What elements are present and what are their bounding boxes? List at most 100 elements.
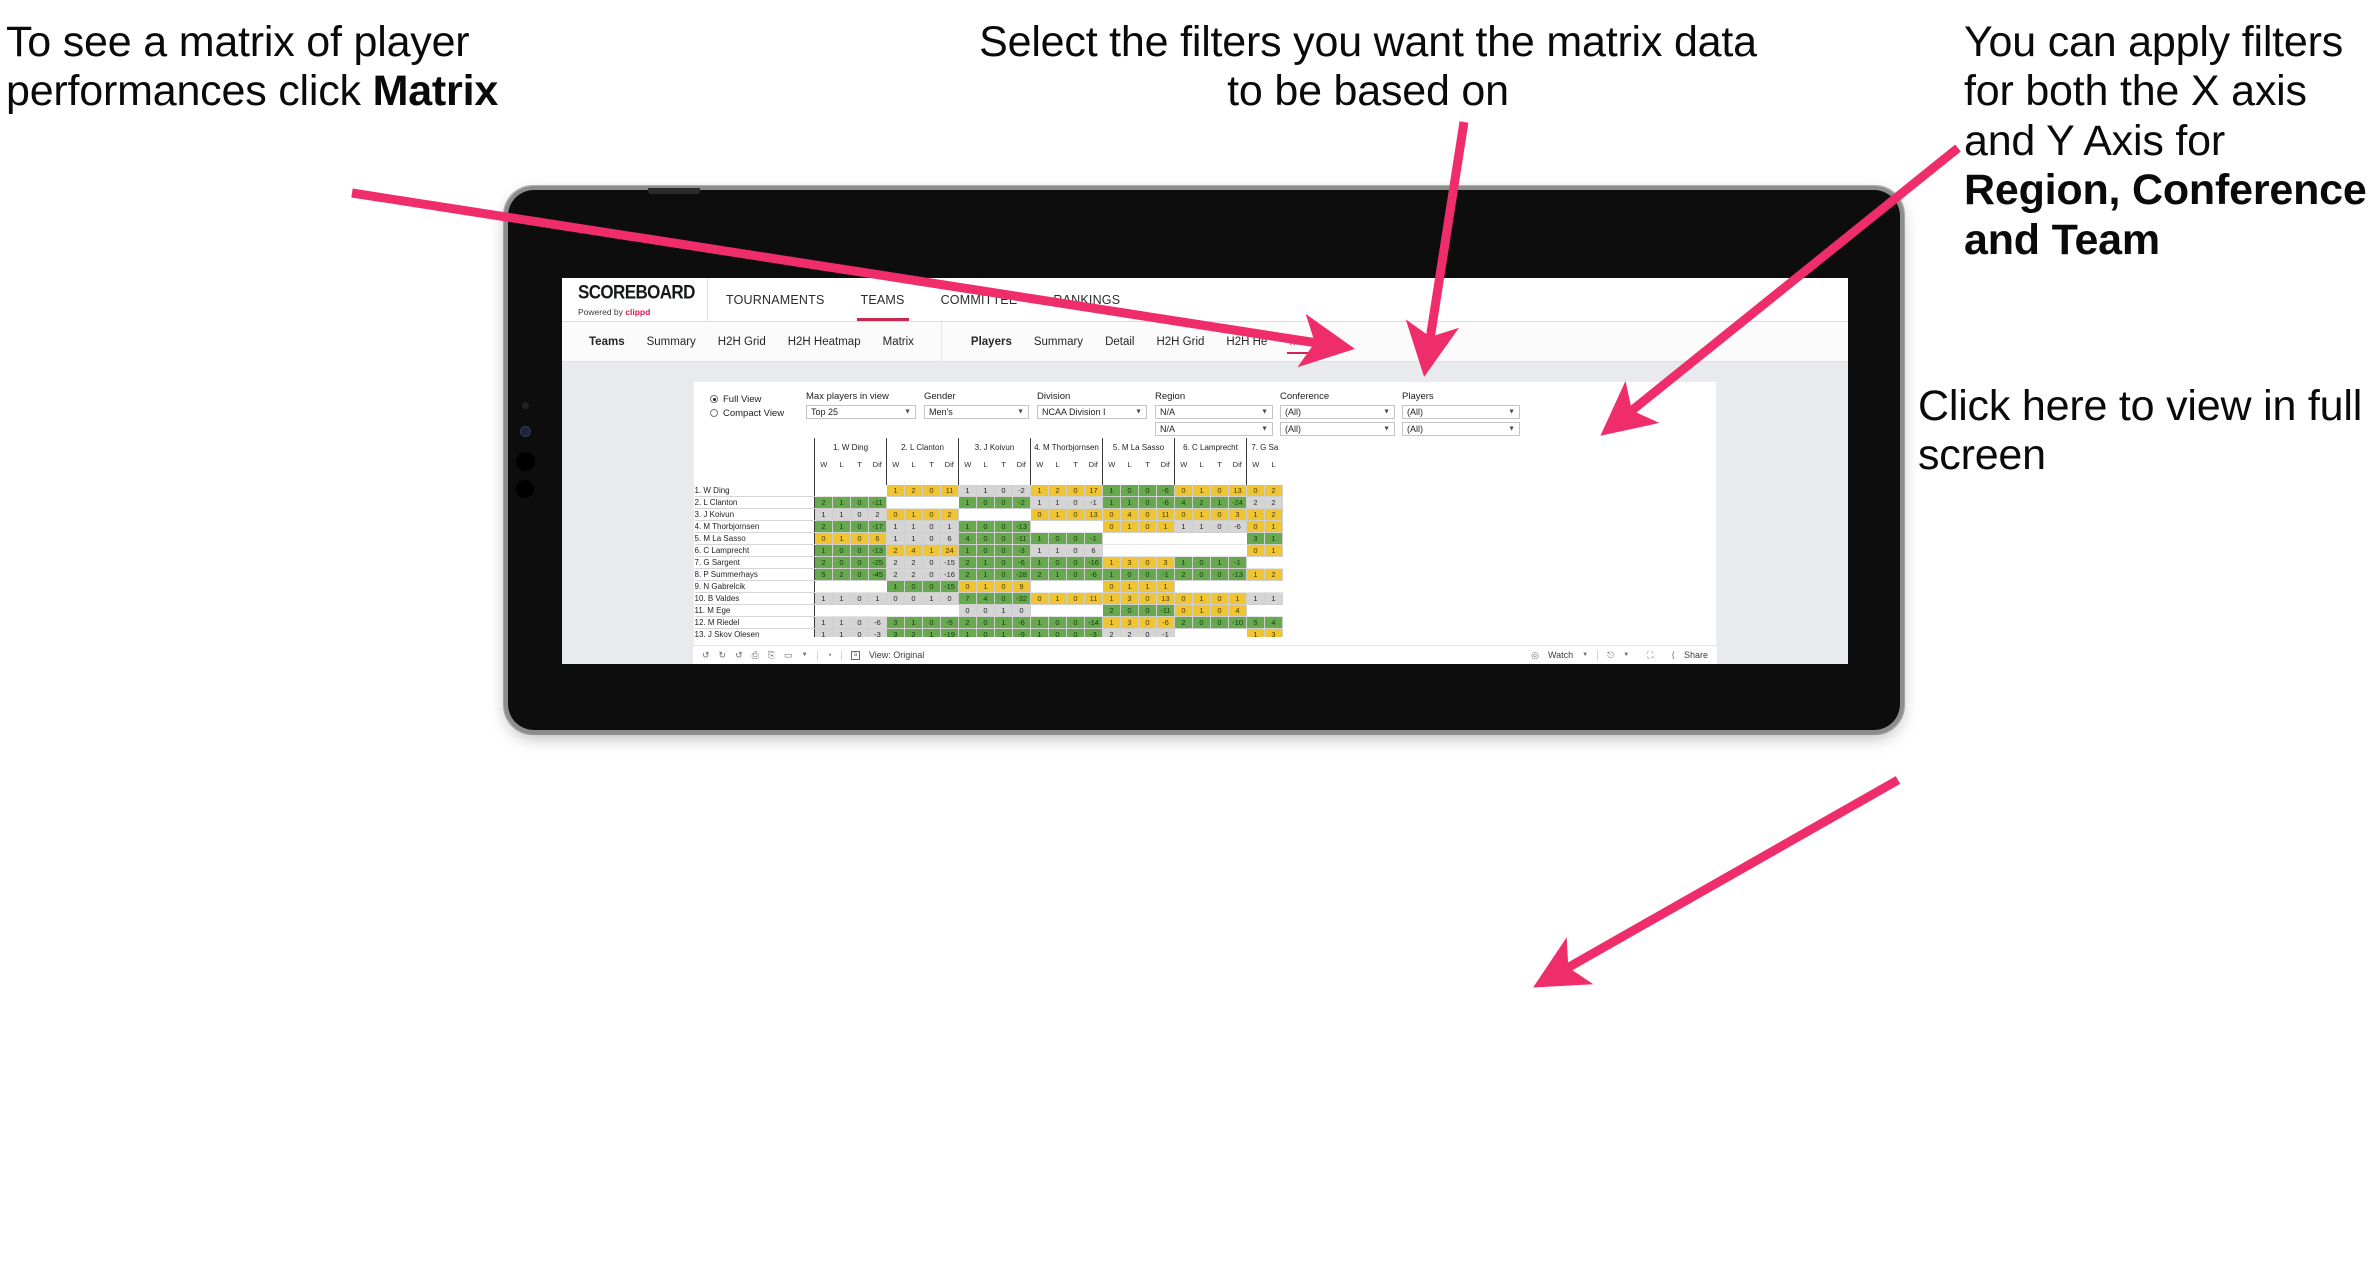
matrix-data-cell[interactable] [850, 485, 869, 497]
toolbar-fullscreen-group[interactable]: ⛶ [1638, 650, 1662, 661]
matrix-data-cell[interactable] [1048, 580, 1067, 593]
matrix-data-cell[interactable]: 0 [1210, 508, 1229, 521]
matrix-data-cell[interactable] [868, 580, 887, 593]
matrix-data-cell[interactable]: 1 [1264, 592, 1283, 605]
matrix-data-cell[interactable]: 1 [1174, 556, 1193, 569]
fullscreen-icon[interactable]: ⛶ [1647, 650, 1653, 661]
matrix-data-cell[interactable]: 0 [1066, 556, 1085, 569]
matrix-data-cell[interactable]: 0 [994, 580, 1013, 593]
matrix-data-cell[interactable]: 2 [1120, 628, 1139, 637]
matrix-data-cell[interactable]: 2 [1264, 485, 1283, 497]
matrix-data-cell[interactable]: 2 [958, 568, 977, 581]
matrix-data-cell[interactable]: 1 [832, 592, 851, 605]
matrix-data-cell[interactable] [1084, 580, 1103, 593]
matrix-data-cell[interactable]: 0 [1138, 485, 1157, 497]
matrix-data-cell[interactable]: -6 [1156, 485, 1175, 497]
chevron-down-icon[interactable]: ▼ [802, 652, 808, 658]
matrix-data-cell[interactable]: 1 [958, 628, 977, 637]
matrix-data-cell[interactable] [1228, 580, 1247, 593]
matrix-data-cell[interactable]: 3 [1264, 628, 1283, 637]
matrix-data-cell[interactable]: 1 [886, 485, 905, 497]
matrix-data-cell[interactable]: -11 [868, 496, 887, 509]
matrix-data-cell[interactable]: 1 [1246, 592, 1265, 605]
matrix-data-cell[interactable]: -6 [868, 616, 887, 629]
matrix-data-cell[interactable]: 5 [1246, 616, 1265, 629]
matrix-data-cell[interactable]: 2 [1102, 604, 1121, 617]
matrix-data-cell[interactable]: -1 [1156, 628, 1175, 637]
matrix-data-cell[interactable]: 0 [850, 628, 869, 637]
matrix-data-cell[interactable]: 0 [1066, 544, 1085, 557]
matrix-data-cell[interactable]: 1 [1030, 556, 1049, 569]
filter-players-select-y[interactable]: (All) ▼ [1402, 422, 1520, 436]
matrix-data-cell[interactable]: 1 [832, 616, 851, 629]
matrix-data-cell[interactable]: -32 [1012, 592, 1031, 605]
filter-gender-select[interactable]: Men's ▼ [924, 405, 1029, 419]
matrix-data-cell[interactable]: 3 [886, 616, 905, 629]
matrix-data-cell[interactable] [1264, 604, 1283, 617]
matrix-data-cell[interactable] [1228, 544, 1247, 557]
matrix-data-cell[interactable] [1192, 628, 1211, 637]
matrix-data-cell[interactable]: 17 [1084, 485, 1103, 497]
matrix-data-cell[interactable] [1192, 532, 1211, 545]
matrix-data-cell[interactable] [850, 580, 869, 593]
matrix-data-cell[interactable] [1174, 532, 1193, 545]
matrix-data-cell[interactable] [1156, 544, 1175, 557]
matrix-data-cell[interactable]: 0 [850, 568, 869, 581]
matrix-data-cell[interactable]: 0 [1138, 604, 1157, 617]
radio-compact-view[interactable]: Compact View [710, 406, 792, 420]
filter-players-select-x[interactable]: (All) ▼ [1402, 405, 1520, 419]
matrix-data-cell[interactable]: 2 [1174, 568, 1193, 581]
matrix-data-cell[interactable]: 1 [1030, 532, 1049, 545]
matrix-data-cell[interactable] [1120, 532, 1139, 545]
matrix-data-cell[interactable]: 0 [922, 580, 941, 593]
matrix-data-cell[interactable]: 2 [886, 568, 905, 581]
matrix-data-cell[interactable]: 0 [1210, 616, 1229, 629]
matrix-data-cell[interactable]: 0 [1048, 556, 1067, 569]
matrix-data-cell[interactable]: 1 [1246, 508, 1265, 521]
matrix-data-cell[interactable]: 0 [850, 544, 869, 557]
matrix-data-cell[interactable] [940, 496, 959, 509]
matrix-data-cell[interactable]: 1 [1264, 532, 1283, 545]
matrix-data-cell[interactable]: -10 [1228, 616, 1247, 629]
matrix-data-cell[interactable]: 1 [1102, 592, 1121, 605]
radio-full-view[interactable]: Full View [710, 392, 792, 406]
subnav-players-detail[interactable]: Detail [1094, 322, 1145, 361]
matrix-data-cell[interactable]: -6 [1228, 520, 1247, 533]
matrix-data-cell[interactable]: 1 [832, 508, 851, 521]
matrix-data-cell[interactable]: 0 [1192, 556, 1211, 569]
matrix-data-cell[interactable]: 0 [886, 592, 905, 605]
matrix-data-cell[interactable] [1084, 520, 1103, 533]
matrix-data-cell[interactable]: 1 [1048, 592, 1067, 605]
filter-division-select[interactable]: NCAA Division I ▼ [1037, 405, 1147, 419]
matrix-data-cell[interactable] [1174, 580, 1193, 593]
matrix-data-cell[interactable]: 0 [976, 496, 995, 509]
matrix-data-cell[interactable]: 0 [1066, 616, 1085, 629]
matrix-data-cell[interactable]: 0 [994, 520, 1013, 533]
chevron-down-icon[interactable]: ▼ [1582, 652, 1588, 658]
matrix-data-cell[interactable]: 3 [1246, 532, 1265, 545]
matrix-data-cell[interactable]: 0 [1210, 592, 1229, 605]
matrix-data-cell[interactable]: 1 [814, 508, 833, 521]
toolbar-view-group[interactable]: a View: Original [842, 650, 933, 660]
matrix-data-cell[interactable] [1102, 544, 1121, 557]
matrix-data-cell[interactable] [1210, 580, 1229, 593]
matrix-data-cell[interactable]: 1 [1030, 496, 1049, 509]
matrix-data-cell[interactable]: 24 [940, 544, 959, 557]
matrix-data-cell[interactable]: 1 [1264, 544, 1283, 557]
matrix-data-cell[interactable]: 1 [1228, 592, 1247, 605]
matrix-data-cell[interactable]: 4 [1264, 616, 1283, 629]
matrix-data-cell[interactable]: 0 [976, 544, 995, 557]
matrix-data-cell[interactable]: -28 [1012, 568, 1031, 581]
matrix-data-cell[interactable]: 0 [994, 592, 1013, 605]
matrix-data-cell[interactable]: 0 [922, 485, 941, 497]
revert-icon[interactable]: ↺ [735, 650, 743, 661]
matrix-data-cell[interactable]: 0 [1174, 604, 1193, 617]
matrix-data-cell[interactable]: 0 [994, 532, 1013, 545]
matrix-data-cell[interactable]: 1 [1246, 628, 1265, 637]
matrix-data-cell[interactable]: 2 [832, 568, 851, 581]
matrix-data-cell[interactable] [1228, 532, 1247, 545]
matrix-data-cell[interactable]: 3 [1228, 508, 1247, 521]
matrix-data-cell[interactable] [1174, 628, 1193, 637]
matrix-data-cell[interactable]: 0 [814, 532, 833, 545]
matrix-data-cell[interactable]: 1 [958, 544, 977, 557]
